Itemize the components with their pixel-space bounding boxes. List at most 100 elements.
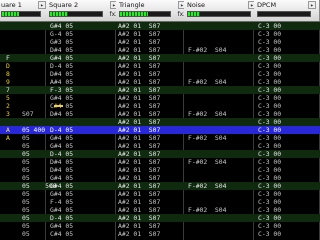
channel-tab-1[interactable]: uare 1 ▸: [0, 0, 50, 21]
channel-3-cell[interactable]: A#2 01 S07: [118, 150, 160, 158]
pattern-row[interactable]: 05 G#4 05 A#2 01 S07 F-#02 S04 C-3 00: [0, 206, 320, 214]
channel-4-cell[interactable]: F-#02 S04: [188, 182, 226, 190]
pattern-editor[interactable]: G#4 05 A#2 01 S07 C-3 00 G-4 05 A#2 01 S07 C-…: [0, 22, 320, 240]
channel-3-cell[interactable]: A#2 01 S07: [118, 206, 160, 214]
channel-5-cell[interactable]: C-3 00: [258, 206, 281, 214]
channel-5-cell[interactable]: C-3 00: [258, 166, 281, 174]
channel-5-cell[interactable]: C-3 00: [258, 54, 281, 62]
channel-2-cell[interactable]: D#4 05: [50, 166, 73, 174]
channel-2-cell[interactable]: G#4 05: [50, 182, 73, 190]
channel-2-cell[interactable]: D#4 05: [50, 158, 73, 166]
pattern-row[interactable]: G#3 05 A#2 01 S07 C-3 00: [0, 38, 320, 46]
channel-2-cell[interactable]: G#3 05: [50, 38, 73, 46]
channel-3-cell[interactable]: A#2 01 S07: [118, 38, 160, 46]
channel-2-cell[interactable]: G#4 05: [50, 142, 73, 150]
pattern-row[interactable]: G#4 05 A#2 01 S07 C-3 00: [0, 22, 320, 30]
channel-1-cell[interactable]: 05: [22, 166, 30, 174]
channel-5-cell[interactable]: C-3 00: [258, 214, 281, 222]
channel-3-cell[interactable]: A#2 01 S07: [118, 46, 160, 54]
pattern-row[interactable]: 05 D-4 05 A#2 01 S07 C-3 00: [0, 150, 320, 158]
channel-1-cell[interactable]: 05: [22, 150, 30, 158]
channel-3-cell[interactable]: A#2 01 S07: [118, 126, 160, 134]
pattern-row[interactable]: 05 D-4 05 A#2 01 S07 C-3 00: [0, 214, 320, 222]
channel-4-cell[interactable]: F-#02 S04: [188, 134, 226, 142]
channel-3-cell[interactable]: A#2 01 S07: [118, 182, 160, 190]
channel-2-cell[interactable]: G#4 05: [50, 54, 73, 62]
channel-tab-3[interactable]: Triangle ▸ fx2: [116, 0, 190, 21]
channel-5-cell[interactable]: C-3 00: [258, 30, 281, 38]
channel-2-cell[interactable]: D-4 05: [50, 126, 73, 134]
channel-3-cell[interactable]: A#2 01 S07: [118, 70, 160, 78]
channel-3-cell[interactable]: A#2 01 S07: [118, 198, 160, 206]
channel-5-cell[interactable]: C-3 00: [258, 102, 281, 110]
pattern-row[interactable]: 05 500 G#4 05 A#2 01 S07 F-#02 S04 C-3 00: [0, 182, 320, 190]
channel-3-cell[interactable]: A#2 01 S07: [118, 110, 160, 118]
channel-3-cell[interactable]: A#2 01 S07: [118, 22, 160, 30]
channel-3-cell[interactable]: A#2 01 S07: [118, 62, 160, 70]
channel-2-cell[interactable]: G-4 05: [50, 30, 73, 38]
pattern-row[interactable]: A 05 G#4 05 A#2 01 S07 F-#02 S04 C-3 00: [0, 134, 320, 142]
channel-tab-5[interactable]: DPCM ▸: [254, 0, 320, 21]
channel-4-cell[interactable]: F-#02 S04: [188, 46, 226, 54]
channel-5-cell[interactable]: C-3 00: [258, 94, 281, 102]
pattern-row[interactable]: 05 F-4 05 A#2 01 S07 C-3 00: [0, 198, 320, 206]
channel-5-cell[interactable]: C-3 00: [258, 46, 281, 54]
channel-1-cell[interactable]: 05: [22, 198, 30, 206]
channel-3-cell[interactable]: A#2 01 S07: [118, 214, 160, 222]
channel-5-cell[interactable]: C-3 00: [258, 126, 281, 134]
channel-3-cell[interactable]: A#2 01 S07: [118, 230, 160, 238]
pattern-row[interactable]: 05 D#4 05 A#2 01 S07 C-3 00: [0, 166, 320, 174]
pattern-row[interactable]: D D-4 05 A#2 01 S07 C-3 00: [0, 62, 320, 70]
channel-2-cell[interactable]: D-4 05: [50, 62, 73, 70]
pattern-row[interactable]: 05 D#4 05 A#2 01 S07 F-#02 S04 C-3 00: [0, 158, 320, 166]
channel-1-cell[interactable]: 05: [22, 222, 30, 230]
pattern-row[interactable]: 05 G#4 05 A#2 01 S07 C-3 00: [0, 190, 320, 198]
channel-5-cell[interactable]: C-3 00: [258, 142, 281, 150]
channel-3-cell[interactable]: A#2 01 S07: [118, 222, 160, 230]
channel-3-cell[interactable]: A#2 01 S07: [118, 158, 160, 166]
channel-5-cell[interactable]: C-3 00: [258, 110, 281, 118]
channel-1-cell[interactable]: 05: [22, 134, 30, 142]
pattern-row[interactable]: F G#4 05 A#2 01 S07 C-3 00: [0, 54, 320, 62]
pattern-row[interactable]: 2C#4 05A#2 01 S07C-3 00: [0, 102, 320, 110]
channel-2-cell[interactable]: G#4 05: [50, 134, 73, 142]
channel-5-cell[interactable]: C-3 00: [258, 198, 281, 206]
channel-5-cell[interactable]: C-3 00: [258, 134, 281, 142]
channel-3-cell[interactable]: A#2 01 S07: [118, 190, 160, 198]
pattern-row[interactable]: 5 G#4 05 A#2 01 S07 C-3 00: [0, 94, 320, 102]
channel-5-cell[interactable]: C-3 00: [258, 78, 281, 86]
channel-3-cell[interactable]: A#2 01 S07: [118, 94, 160, 102]
channel-4-cell[interactable]: F-#02 S04: [188, 110, 226, 118]
channel-2-cell[interactable]: D-4 05: [50, 214, 73, 222]
channel-3-cell[interactable]: A#2 01 S07: [118, 78, 160, 86]
channel-1-cell[interactable]: 05 400: [22, 126, 45, 134]
channel-1-cell[interactable]: 05: [22, 214, 30, 222]
channel-2-cell[interactable]: G#4 05: [50, 94, 73, 102]
channel-2-cell[interactable]: G#4 05: [50, 174, 73, 182]
pattern-row[interactable]: 8 D#4 05 A#2 01 S07 C-3 00: [0, 70, 320, 78]
channel-3-cell[interactable]: A#2 01 S07: [118, 54, 160, 62]
channel-5-cell[interactable]: C-3 00: [258, 118, 281, 126]
channel-4-cell[interactable]: F-#02 S04: [188, 78, 226, 86]
channel-2-cell[interactable]: D#4 05: [50, 46, 73, 54]
channel-5-cell[interactable]: C-3 00: [258, 174, 281, 182]
channel-3-cell[interactable]: A#2 01 S07: [118, 142, 160, 150]
channel-3-cell[interactable]: A#2 01 S07: [118, 118, 160, 126]
pattern-row[interactable]: D#4 05 A#2 01 S07 F-#02 S04 C-3 00: [0, 46, 320, 54]
channel-1-cell[interactable]: 05: [22, 230, 30, 238]
expand-arrow-icon[interactable]: ▸: [38, 1, 46, 9]
channel-3-cell[interactable]: A#2 01 S07: [118, 166, 160, 174]
channel-5-cell[interactable]: C-3 00: [258, 150, 281, 158]
channel-2-cell[interactable]: D-4 05: [50, 150, 73, 158]
channel-1-cell[interactable]: 05: [22, 206, 30, 214]
channel-1-cell[interactable]: 05: [22, 174, 30, 182]
channel-5-cell[interactable]: C-3 00: [258, 230, 281, 238]
channel-2-cell[interactable]: C#4 05: [50, 230, 73, 238]
pattern-row[interactable]: 05 G#4 05 A#2 01 S07 C-3 00: [0, 222, 320, 230]
channel-2-cell[interactable]: G#4 05: [50, 206, 73, 214]
channel-4-cell[interactable]: F-#02 S04: [188, 206, 226, 214]
channel-tab-4[interactable]: Noise ▸: [184, 0, 260, 21]
channel-1-cell[interactable]: 05: [22, 142, 30, 150]
channel-1-cell[interactable]: 05: [22, 190, 30, 198]
pattern-row[interactable]: 9 A#4 05 A#2 01 S07 F-#02 S04 C-3 00: [0, 78, 320, 86]
